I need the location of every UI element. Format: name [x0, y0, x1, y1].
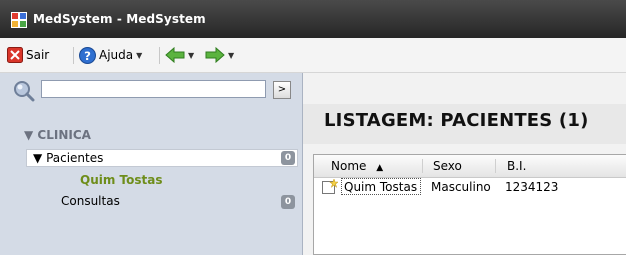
column-header-bi[interactable]: B.I.	[507, 159, 526, 173]
table-header: Nome ▲ Sexo B.I.	[314, 155, 626, 178]
cell-sexo: Masculino	[431, 180, 491, 194]
exit-label: Sair	[26, 48, 50, 62]
back-button[interactable]: ▼	[165, 46, 194, 64]
table-row[interactable]: Quim Tostas Masculino 1234123	[314, 178, 626, 196]
close-icon	[7, 47, 23, 63]
help-icon: ?	[79, 46, 96, 64]
help-label: Ajuda	[99, 48, 134, 62]
sidebar-item-label: Consultas	[61, 194, 120, 208]
expand-icon: ▼	[33, 151, 43, 165]
cell-bi: 1234123	[505, 180, 559, 194]
toolbar-separator	[159, 47, 160, 64]
arrow-left-icon	[165, 47, 185, 63]
app-icon	[11, 12, 27, 28]
section-label: CLINICA	[37, 128, 91, 142]
section-clinica[interactable]: ▼ CLINICA	[24, 128, 91, 142]
sidebar-item-consultas[interactable]: Consultas	[61, 194, 120, 208]
exit-button[interactable]: Sair	[7, 46, 49, 64]
sidebar-item-quim-tostas[interactable]: Quim Tostas	[80, 173, 163, 187]
new-record-icon	[322, 179, 338, 194]
svg-text:?: ?	[84, 48, 91, 62]
window-title: MedSystem - MedSystem	[33, 12, 206, 26]
count-badge: 0	[281, 151, 295, 165]
search-icon	[14, 81, 35, 102]
cell-nome: Quim Tostas	[344, 180, 418, 194]
toolbar: Sair ? Ajuda ▼ ▼ ▼	[0, 38, 626, 73]
patients-table: Nome ▲ Sexo B.I. Quim Tostas Masculino 1…	[313, 154, 626, 255]
arrow-right-icon	[205, 47, 225, 63]
column-separator[interactable]	[495, 159, 496, 173]
count-badge: 0	[281, 195, 295, 209]
column-header-nome[interactable]: Nome ▲	[331, 159, 383, 173]
search-input[interactable]	[41, 80, 266, 98]
navigation-panel: > ▼ CLINICA ▼ Pacientes 0 Quim Tostas Co…	[0, 73, 303, 255]
sidebar-item-pacientes[interactable]: ▼ Pacientes	[26, 149, 298, 167]
chevron-down-icon: ▼	[136, 50, 143, 60]
forward-button[interactable]: ▼	[205, 46, 234, 64]
content-panel: LISTAGEM: PACIENTES (1) Nome ▲ Sexo B.I.…	[303, 73, 626, 255]
sort-ascending-icon: ▲	[376, 163, 384, 173]
toolbar-separator	[73, 47, 74, 64]
chevron-down-icon: ▼	[228, 50, 235, 60]
column-header-sexo[interactable]: Sexo	[433, 159, 462, 173]
chevron-down-icon: ▼	[188, 50, 195, 60]
title-bar: MedSystem - MedSystem	[0, 0, 626, 38]
search-go-button[interactable]: >	[273, 81, 291, 99]
collapse-icon: ▼	[24, 128, 34, 142]
help-button[interactable]: ? Ajuda ▼	[79, 46, 142, 64]
column-separator[interactable]	[422, 159, 423, 173]
page-title: LISTAGEM: PACIENTES (1)	[324, 110, 589, 131]
sidebar-item-label: Pacientes	[46, 151, 104, 165]
